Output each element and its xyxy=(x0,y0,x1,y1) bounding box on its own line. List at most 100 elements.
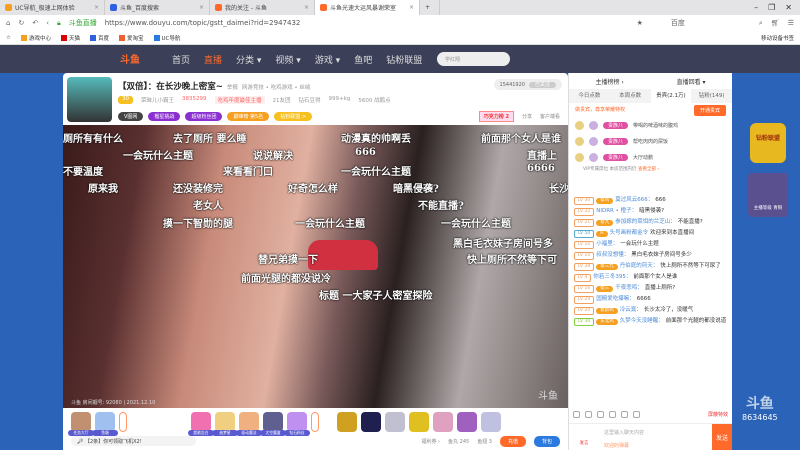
maximize-icon[interactable]: ❐ xyxy=(768,3,775,12)
rank-badge[interactable]: 巧克力榜 2 xyxy=(478,111,514,122)
gift-item[interactable]: 钻石粉丝 xyxy=(284,412,310,436)
username[interactable]: 莫过风云666： xyxy=(615,197,653,203)
crown-icon[interactable] xyxy=(609,411,616,418)
gift-item[interactable] xyxy=(481,412,501,432)
gift-scroll-button[interactable] xyxy=(311,412,319,432)
username[interactable]: 久梦今天没睡醒： xyxy=(620,318,664,324)
browser-tab[interactable]: 我的关注 - 斗鱼 × xyxy=(210,0,315,15)
gift-item[interactable]: 太空魔盒 xyxy=(260,412,286,436)
close-icon[interactable]: × xyxy=(199,4,204,11)
anchor-level-card[interactable]: 主播等级 青铜 xyxy=(748,173,788,217)
follow-button[interactable]: 已关注 xyxy=(528,82,556,88)
url-input[interactable]: https://www.douyu.com/topic/gstt_daimei?… xyxy=(105,19,301,27)
back-icon[interactable]: ‹ xyxy=(46,19,49,27)
browser-tab[interactable]: 斗鱼光速大运风暴谢荣室 × xyxy=(315,0,420,15)
star-icon[interactable]: ★ xyxy=(637,19,643,27)
home-icon[interactable]: ⌂ xyxy=(6,19,10,27)
nav-item[interactable]: 直播 xyxy=(204,53,222,66)
nav-item[interactable]: 分类 ▾ xyxy=(236,53,261,66)
gift-item[interactable] xyxy=(361,412,381,432)
vip-rank-row[interactable]: 贵族八 带喝的啤酒味的腹鸡 xyxy=(569,117,732,133)
chat-tab[interactable]: 贵宾(2.1万) xyxy=(650,89,692,103)
fan-badge[interactable]: 发言 xyxy=(569,424,599,450)
search-icon[interactable]: ⌕ xyxy=(759,19,763,28)
gift-item[interactable] xyxy=(337,412,357,432)
bookmark-star-icon[interactable]: ☆ xyxy=(6,35,11,41)
new-tab-button[interactable]: + xyxy=(420,0,440,15)
tool-icon[interactable] xyxy=(621,411,628,418)
close-icon[interactable]: × xyxy=(409,4,414,11)
browser-tab[interactable]: UC导航_极速上网体验 × xyxy=(0,0,105,15)
bookmark-item[interactable]: 游戏中心 xyxy=(20,34,51,42)
open-vip-button[interactable]: 开通贵宾 xyxy=(693,105,726,116)
bookmark-item[interactable]: 天猫 xyxy=(60,34,80,42)
gift-item[interactable]: 鱼塘 xyxy=(92,412,118,436)
browser-tab[interactable]: 斗鱼_百度搜索 × xyxy=(105,0,210,15)
view-all-link[interactable]: 查看全部 › xyxy=(638,167,659,172)
username[interactable]: 千夜悲鸣： xyxy=(615,285,643,291)
gift-item[interactable]: 任务大厅 xyxy=(68,412,94,436)
share-button[interactable]: 分享 xyxy=(522,113,532,120)
gift-item[interactable] xyxy=(385,412,405,432)
gift-item[interactable]: 驱动魔法 xyxy=(236,412,262,436)
video-player[interactable]: 斗鱼 房间靓号: 92080 | 2021.12.10 斗鱼 厕所有有什么 去了厕… xyxy=(63,125,568,408)
room-tag[interactable]: 巅峰榜 第5名 xyxy=(227,112,270,121)
gift-item[interactable]: 造梦星 xyxy=(212,412,238,436)
gift-item[interactable] xyxy=(433,412,453,432)
bookmark-item[interactable]: 百度 xyxy=(89,34,109,42)
room-tag[interactable]: 超级粉丝团 xyxy=(185,112,223,121)
chat-input[interactable]: 这里输入聊天内容 欢迎的弹幕 xyxy=(599,424,712,450)
username[interactable]: 冷云寞： xyxy=(620,307,642,313)
bookmark-item[interactable]: 爱淘宝 xyxy=(118,34,144,42)
mask-effects-toggle[interactable]: 屏蔽特效 xyxy=(708,411,728,418)
close-icon[interactable]: ✕ xyxy=(785,3,792,12)
nav-item[interactable]: 视频 ▾ xyxy=(275,53,300,66)
replay-link[interactable]: 直播回看 ▾ xyxy=(677,77,706,86)
refresh-icon[interactable]: ↻ xyxy=(18,19,24,27)
username[interactable]: NIDRR • 橙子： xyxy=(596,208,637,214)
client-button[interactable]: 客户端看 xyxy=(540,113,560,120)
gift-item[interactable]: 超能告白 xyxy=(188,412,214,436)
anchor-rank-link[interactable]: 主播榜榜 › xyxy=(595,77,623,86)
gift-item[interactable] xyxy=(457,412,477,432)
minimize-icon[interactable]: – xyxy=(754,3,758,12)
username[interactable]: 你若三冬395： xyxy=(593,274,631,280)
undo-icon[interactable]: ↶ xyxy=(32,19,38,27)
nav-item[interactable]: 游戏 ▾ xyxy=(315,53,340,66)
vip-rank-row[interactable]: 贵族八 帮吃肉肉的屎饭 xyxy=(569,133,732,149)
username[interactable]: 国殿爱吃爆嘛： xyxy=(596,296,635,302)
speaker-icon[interactable] xyxy=(597,411,604,418)
close-icon[interactable]: × xyxy=(304,4,309,11)
streamer-avatar[interactable] xyxy=(67,77,112,122)
gift-item[interactable] xyxy=(409,412,429,432)
recharge-button[interactable]: 充值 xyxy=(499,436,526,447)
emoji-icon[interactable] xyxy=(573,411,580,418)
room-tag[interactable]: 榴星挑战 xyxy=(148,112,181,121)
chat-tab[interactable]: 钻粉(149) xyxy=(691,89,732,103)
diamond-fans-badge[interactable]: 钻粉联盟 xyxy=(750,123,786,163)
nav-item[interactable]: 钻粉联盟 xyxy=(386,53,422,66)
menu-icon[interactable]: ☰ xyxy=(788,19,794,27)
streamer-name[interactable]: 荣昧儿小霸王 xyxy=(141,96,174,104)
username[interactable]: 叔叔没想懂： xyxy=(596,252,629,258)
mobile-bookmarks[interactable]: 移动设备书签 xyxy=(761,34,794,42)
gift-notice[interactable]: 🔑︎ 【2条】你可领取飞机X2! xyxy=(71,436,196,446)
mail-icon[interactable] xyxy=(585,411,592,418)
chat-tab[interactable]: 今日点数 xyxy=(569,89,610,103)
username[interactable]: 丹伯庭的煎天： xyxy=(620,263,659,269)
nav-item[interactable]: 首页 xyxy=(172,53,190,66)
username[interactable]: 头号画粉都金令 xyxy=(610,230,649,236)
nav-item[interactable]: 鱼吧 xyxy=(354,53,372,66)
douyu-logo[interactable]: 斗鱼 xyxy=(120,51,156,67)
cart-icon[interactable]: 🛒︎ xyxy=(771,19,780,27)
close-icon[interactable]: × xyxy=(94,4,99,11)
report-link[interactable]: 举报 xyxy=(227,85,238,91)
room-category[interactable]: 网游竞技 • 吃鸡游戏 • 丝绒 xyxy=(242,85,310,91)
site-search-input[interactable]: 学红翔 xyxy=(437,52,510,66)
username[interactable]: 参加嫁的菜饵的兰芝山： xyxy=(615,219,676,225)
tool-icon[interactable] xyxy=(633,411,640,418)
username[interactable]: 小福里： xyxy=(596,241,618,247)
room-tag[interactable]: V图网 xyxy=(118,112,144,121)
chat-tab[interactable]: 本周点数 xyxy=(610,89,651,103)
room-tag[interactable]: 钻粉联盟 > xyxy=(274,112,313,121)
